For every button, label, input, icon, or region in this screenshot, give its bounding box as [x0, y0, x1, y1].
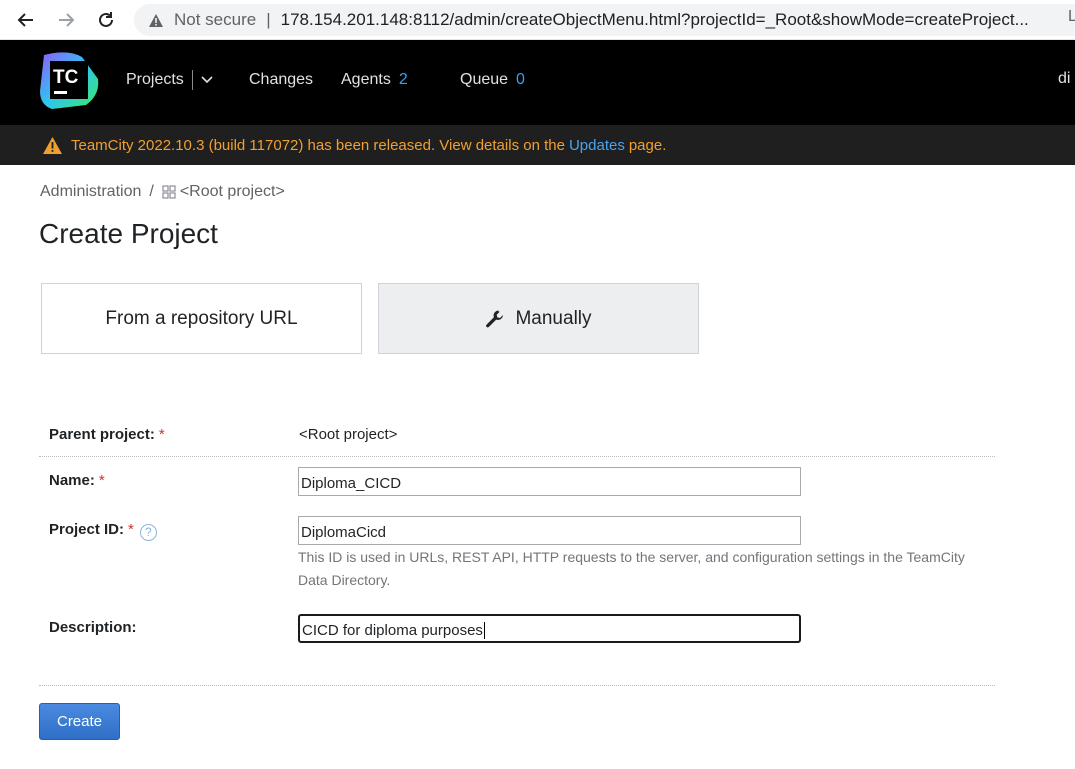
name-label: Name: *: [49, 472, 105, 489]
update-banner: TeamCity 2022.10.3 (build 117072) has be…: [0, 125, 1075, 165]
arrow-right-icon: [59, 13, 75, 27]
from-repository-url-label: From a repository URL: [105, 307, 298, 329]
parent-project-label: Parent project: *: [49, 426, 165, 443]
forward-button[interactable]: [52, 6, 80, 34]
description-label: Description:: [49, 619, 137, 636]
reload-icon: [99, 12, 113, 27]
browser-toolbar: Not secure | 178.154.201.148:8112/admin/…: [0, 0, 1075, 40]
project-id-label-text: Project ID:: [49, 521, 125, 538]
url-text: 178.154.201.148:8112/admin/createObjectM…: [280, 10, 1029, 29]
warning-triangle-icon: [148, 13, 164, 28]
parent-project-value: <Root project>: [299, 426, 398, 443]
agents-count: 2: [398, 71, 408, 88]
description-input[interactable]: CICD for diploma purposes: [298, 614, 801, 643]
reload-button[interactable]: [92, 6, 120, 34]
description-input-value: CICD for diploma purposes: [302, 622, 483, 639]
project-id-input-value: DiplomaCicd: [301, 524, 387, 541]
required-marker: *: [98, 472, 105, 489]
wrench-icon: [485, 309, 505, 329]
manually-label: Manually: [515, 307, 592, 329]
nav-changes[interactable]: Changes: [249, 40, 313, 120]
warning-triangle-icon: [42, 136, 63, 155]
required-marker: *: [158, 426, 165, 443]
queue-count: 0: [516, 71, 525, 88]
updates-link[interactable]: Updates: [569, 137, 625, 154]
project-id-input[interactable]: DiplomaCicd: [298, 516, 801, 545]
parent-project-label-text: Parent project:: [49, 426, 155, 443]
page-title: Create Project: [39, 218, 218, 249]
logo-text: TC: [53, 67, 79, 88]
form-divider: [39, 685, 995, 686]
nav-changes-label: Changes: [249, 71, 314, 88]
nav-agents-label: Agents: [341, 71, 391, 88]
banner-text: TeamCity 2022.10.3 (build 117072) has be…: [71, 136, 565, 154]
description-label-text: Description:: [49, 619, 137, 636]
user-menu[interactable]: di: [1058, 70, 1070, 88]
name-label-text: Name:: [49, 472, 95, 489]
text-caret: [483, 622, 485, 639]
form-divider: [39, 456, 995, 457]
project-id-label: Project ID: *?: [49, 521, 157, 541]
teamcity-header: TC Projects Changes Agents 2 Queue 0 di: [0, 40, 1075, 125]
name-input[interactable]: Diploma_CICD: [298, 467, 801, 496]
required-marker: *: [128, 521, 134, 538]
nav-queue[interactable]: Queue 0: [460, 40, 525, 120]
help-icon[interactable]: ?: [139, 524, 157, 541]
nav-divider: [191, 70, 193, 90]
address-bar[interactable]: Not secure | 178.154.201.148:8112/admin/…: [134, 4, 1075, 36]
nav-projects-label: Projects: [126, 71, 184, 88]
breadcrumb-root-project[interactable]: <Root project>: [180, 183, 285, 201]
create-button[interactable]: Create: [39, 703, 120, 740]
nav-agents[interactable]: Agents 2: [341, 40, 408, 120]
nav-queue-label: Queue: [460, 71, 509, 88]
toolbar-overflow-text: L: [1068, 8, 1075, 25]
not-secure-label: Not secure: [174, 10, 257, 29]
breadcrumb: Administration / <Root project>: [40, 183, 285, 201]
project-id-hint: This ID is used in URLs, REST API, HTTP …: [298, 549, 965, 588]
name-input-value: Diploma_CICD: [301, 475, 402, 492]
from-repository-url-option[interactable]: From a repository URL: [41, 283, 362, 354]
breadcrumb-administration[interactable]: Administration: [40, 183, 141, 201]
teamcity-logo-icon[interactable]: TC: [38, 51, 100, 111]
manually-option[interactable]: Manually: [378, 283, 699, 354]
breadcrumb-separator: /: [149, 183, 154, 200]
back-button[interactable]: [12, 6, 40, 34]
arrow-left-icon: [17, 13, 33, 27]
nav-projects[interactable]: Projects: [126, 40, 213, 120]
chevron-down-icon[interactable]: [201, 76, 213, 84]
banner-text-end: page.: [628, 136, 667, 154]
address-separator: |: [266, 10, 271, 29]
project-grid-icon: [162, 185, 176, 199]
